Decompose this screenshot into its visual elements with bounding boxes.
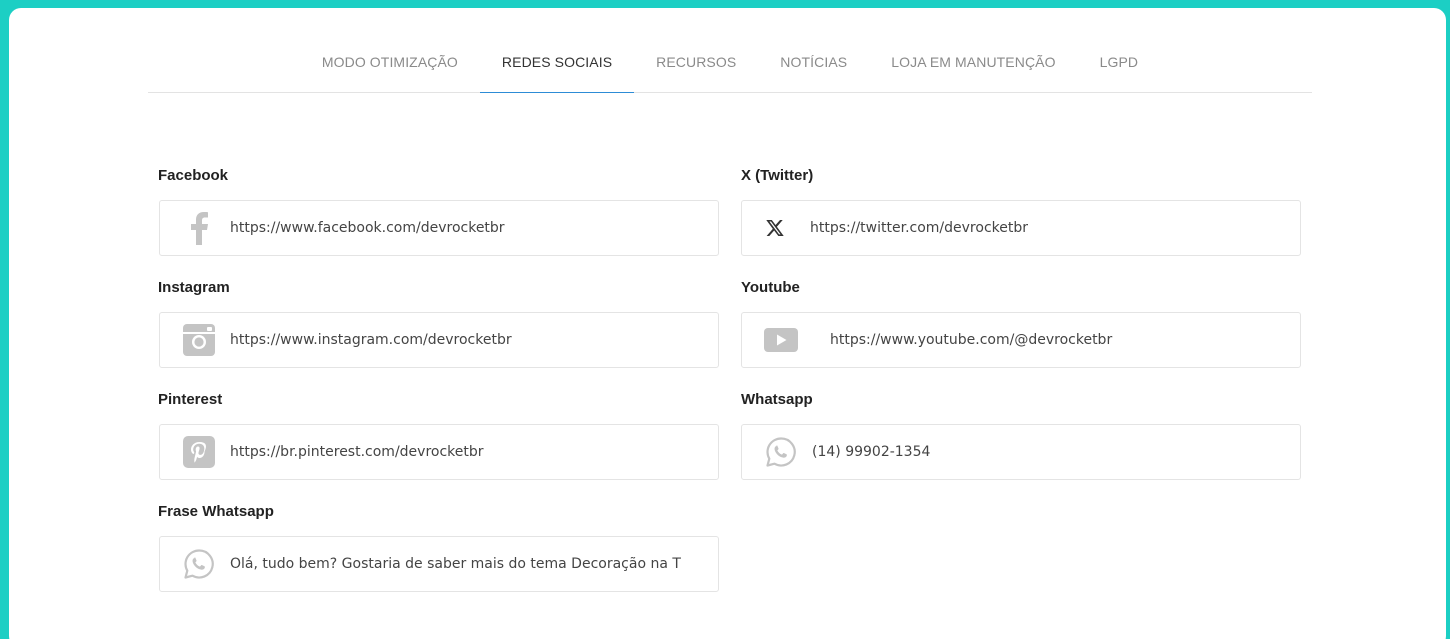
- facebook-icon: [168, 200, 230, 256]
- whatsapp-icon: [750, 424, 812, 480]
- whatsapp-label: Whatsapp: [741, 391, 813, 408]
- facebook-field: [159, 200, 719, 256]
- tab-modo-otimizacao[interactable]: MODO OTIMIZAÇÃO: [300, 48, 480, 92]
- frase-whatsapp-field: [159, 536, 719, 592]
- tab-redes-sociais[interactable]: REDES SOCIAIS: [479, 48, 635, 93]
- pinterest-label: Pinterest: [158, 391, 223, 408]
- facebook-input[interactable]: [230, 213, 700, 243]
- twitter-label: X (Twitter): [741, 167, 814, 184]
- whatsapp-field: [741, 424, 1301, 480]
- pinterest-icon: [168, 424, 230, 480]
- settings-tabs: MODO OTIMIZAÇÃO REDES SOCIAIS RECURSOS N…: [148, 48, 1312, 93]
- tab-loja-em-manutencao[interactable]: LOJA EM MANUTENÇÃO: [869, 48, 1077, 92]
- instagram-icon: [168, 312, 230, 368]
- tab-recursos[interactable]: RECURSOS: [634, 48, 758, 92]
- frase-whatsapp-input[interactable]: [230, 549, 706, 579]
- youtube-input[interactable]: [830, 325, 1300, 355]
- pinterest-input[interactable]: [230, 437, 700, 467]
- instagram-input[interactable]: [230, 325, 700, 355]
- tab-noticias[interactable]: NOTÍCIAS: [758, 48, 869, 92]
- twitter-input[interactable]: [810, 213, 1280, 243]
- frase-whatsapp-label: Frase Whatsapp: [158, 503, 274, 520]
- youtube-field: [741, 312, 1301, 368]
- facebook-label: Facebook: [158, 167, 229, 184]
- whatsapp-input[interactable]: [812, 437, 1282, 467]
- x-twitter-icon: [750, 200, 800, 256]
- whatsapp-icon: [168, 536, 230, 592]
- tab-lgpd[interactable]: LGPD: [1078, 48, 1161, 92]
- youtube-label: Youtube: [741, 279, 800, 296]
- pinterest-field: [159, 424, 719, 480]
- instagram-label: Instagram: [158, 279, 230, 296]
- instagram-field: [159, 312, 719, 368]
- settings-panel: MODO OTIMIZAÇÃO REDES SOCIAIS RECURSOS N…: [9, 8, 1446, 639]
- twitter-field: [741, 200, 1301, 256]
- youtube-icon: [750, 312, 812, 368]
